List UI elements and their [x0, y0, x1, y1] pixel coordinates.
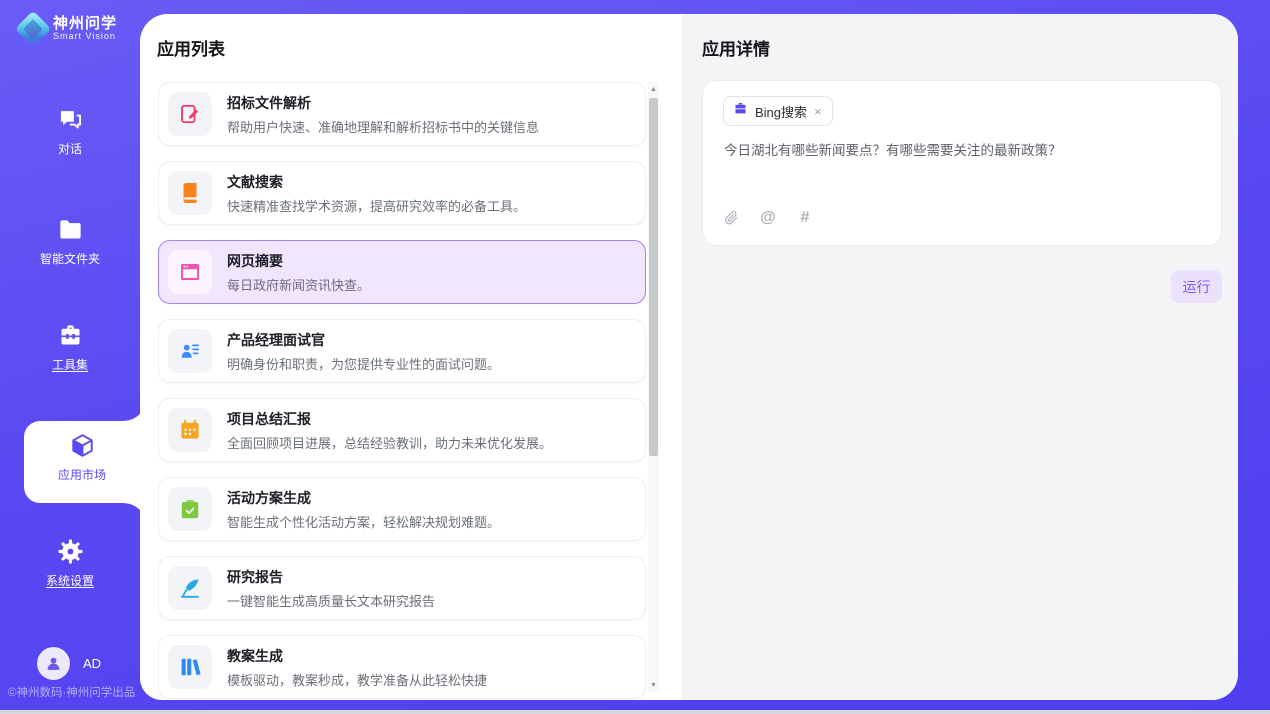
- briefcase-icon: [733, 101, 748, 121]
- app-card-title: 招标文件解析: [227, 93, 539, 113]
- app-card[interactable]: 文献搜索 快速精准查找学术资源，提高研究效率的必备工具。: [158, 161, 646, 225]
- cube-icon: [69, 432, 96, 459]
- app-card-title: 产品经理面试官: [227, 330, 500, 350]
- app-card-title: 项目总结汇报: [227, 409, 552, 429]
- tool-chip-label: Bing搜索: [755, 102, 807, 121]
- run-button[interactable]: 运行: [1171, 270, 1222, 303]
- sidebar-item-settings[interactable]: 系统设置: [0, 538, 140, 589]
- brand-diamond-icon: [15, 11, 52, 48]
- calendar-icon: [168, 408, 212, 452]
- gear-icon: [57, 538, 84, 565]
- app-card-title: 研究报告: [227, 567, 435, 587]
- toolbox-icon: [57, 322, 84, 349]
- interview-icon: [168, 329, 212, 373]
- app-card-description: 一键智能生成高质量长文本研究报告: [227, 591, 435, 610]
- clipboard-check-icon: [168, 487, 212, 531]
- app-card-title: 网页摘要: [227, 251, 370, 271]
- app-card-title: 活动方案生成: [227, 488, 500, 508]
- brand-logo[interactable]: 神州问学 Smart Vision: [20, 16, 117, 42]
- app-card-description: 快速精准查找学术资源，提高研究效率的必备工具。: [227, 196, 526, 215]
- sidebar-item-label: 系统设置: [46, 572, 94, 589]
- sidebar-item-chat[interactable]: 对话: [0, 106, 140, 157]
- query-input[interactable]: 今日湖北有哪些新闻要点？有哪些需要关注的最新政策？: [724, 141, 1194, 161]
- close-icon[interactable]: ×: [814, 105, 822, 118]
- composer-toolbar: @ #: [722, 209, 814, 227]
- app-card[interactable]: 教案生成 模板驱动，教案秒成，教学准备从此轻松快捷: [158, 635, 646, 699]
- app-card-description: 帮助用户快速、准确地理解和解析招标书中的关键信息: [227, 117, 539, 136]
- doc-edit-icon: [168, 92, 212, 136]
- app-card-description: 智能生成个性化活动方案，轻松解决规划难题。: [227, 512, 500, 531]
- hashtag-icon[interactable]: #: [796, 209, 814, 227]
- user-initials: AD: [83, 656, 101, 671]
- tool-chip-bing-search[interactable]: Bing搜索 ×: [723, 96, 833, 126]
- at-mention-icon[interactable]: @: [759, 209, 777, 227]
- books-icon: [168, 645, 212, 689]
- sidebar-item-label: 工具集: [52, 356, 88, 373]
- avatar: [37, 647, 70, 680]
- app-detail-panel: 应用详情 Bing搜索 × 今日湖北有哪些新闻要点？有哪些需要关注的最新政策？ …: [682, 14, 1238, 700]
- scroll-up-icon[interactable]: ▲: [648, 82, 659, 96]
- prompt-composer: Bing搜索 × 今日湖北有哪些新闻要点？有哪些需要关注的最新政策？ @ #: [702, 80, 1222, 246]
- report-icon: [168, 566, 212, 610]
- app-card-title: 文献搜索: [227, 172, 526, 192]
- book-icon: [168, 171, 212, 215]
- app-list-title: 应用列表: [157, 35, 225, 60]
- sidebar: 神州问学 Smart Vision 对话 智能文件夹 工具集 应用市场 系统设置…: [0, 0, 140, 714]
- app-detail-title: 应用详情: [702, 35, 770, 60]
- sidebar-item-toolset[interactable]: 工具集: [0, 322, 140, 373]
- app-card[interactable]: 活动方案生成 智能生成个性化活动方案，轻松解决规划难题。: [158, 477, 646, 541]
- webpage-icon: [168, 250, 212, 294]
- sidebar-item-label: 应用市场: [58, 466, 106, 483]
- app-card[interactable]: 项目总结汇报 全面回顾项目进展，总结经验教训，助力未来优化发展。: [158, 398, 646, 462]
- content-area: 应用列表 招标文件解析 帮助用户快速、准确地理解和解析招标书中的关键信息 文献搜…: [140, 14, 1238, 700]
- user-account[interactable]: AD: [37, 647, 101, 680]
- sidebar-item-label: 智能文件夹: [40, 250, 100, 267]
- app-card-description: 明确身份和职责，为您提供专业性的面试问题。: [227, 354, 500, 373]
- sidebar-item-label: 对话: [58, 140, 82, 157]
- app-card[interactable]: 招标文件解析 帮助用户快速、准确地理解和解析招标书中的关键信息: [158, 82, 646, 146]
- app-card-description: 模板驱动，教案秒成，教学准备从此轻松快捷: [227, 670, 487, 689]
- paperclip-icon[interactable]: [722, 209, 740, 227]
- brand-name: 神州问学: [53, 16, 117, 32]
- scroll-down-icon[interactable]: ▼: [648, 678, 659, 692]
- chat-icon: [57, 106, 84, 133]
- app-card-title: 教案生成: [227, 646, 487, 666]
- brand-subtitle: Smart Vision: [53, 32, 117, 41]
- sidebar-item-smart-folders[interactable]: 智能文件夹: [0, 216, 140, 267]
- app-card[interactable]: 产品经理面试官 明确身份和职责，为您提供专业性的面试问题。: [158, 319, 646, 383]
- person-icon: [44, 654, 63, 673]
- app-card-description: 全面回顾项目进展，总结经验教训，助力未来优化发展。: [227, 433, 552, 452]
- scrollbar[interactable]: ▲ ▼: [648, 82, 659, 692]
- app-window: 神州问学 Smart Vision 对话 智能文件夹 工具集 应用市场 系统设置…: [0, 0, 1270, 714]
- app-card[interactable]: 研究报告 一键智能生成高质量长文本研究报告: [158, 556, 646, 620]
- app-card[interactable]: 网页摘要 每日政府新闻资讯快查。: [158, 240, 646, 304]
- app-list-panel: 应用列表 招标文件解析 帮助用户快速、准确地理解和解析招标书中的关键信息 文献搜…: [140, 14, 682, 700]
- copyright-footer: ©神州数码·神州问学出品: [8, 684, 135, 700]
- window-bottom-edge: [0, 710, 1270, 714]
- app-card-description: 每日政府新闻资讯快查。: [227, 275, 370, 294]
- app-list: 招标文件解析 帮助用户快速、准确地理解和解析招标书中的关键信息 文献搜索 快速精…: [158, 82, 646, 700]
- scrollbar-thumb[interactable]: [649, 98, 658, 456]
- folder-icon: [57, 216, 84, 243]
- sidebar-item-app-market[interactable]: 应用市场: [24, 432, 140, 483]
